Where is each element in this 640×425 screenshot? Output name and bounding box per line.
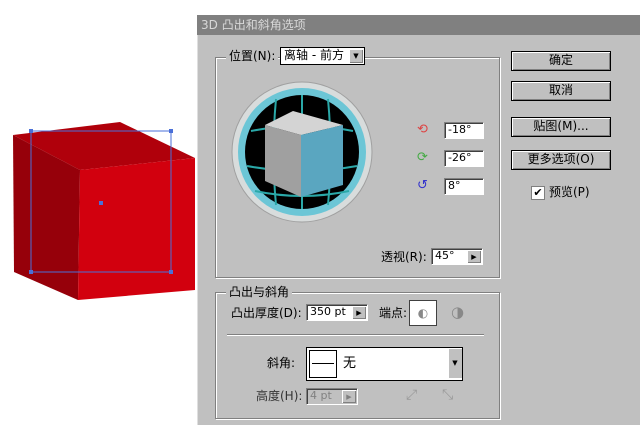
extrude-depth-label: 凸出厚度(D): — [231, 306, 302, 320]
preview-label: 预览(P) — [549, 185, 590, 199]
cap-on-button[interactable]: ◐ — [409, 300, 437, 326]
height-input: 4 pt ▶ — [306, 388, 358, 405]
bevel-in-icon: ⤡ — [442, 387, 454, 403]
map-button[interactable]: 贴图(M)... — [511, 117, 611, 137]
height-label: 高度(H): — [256, 389, 303, 403]
chevron-right-icon: ▶ — [342, 390, 356, 403]
3d-extrude-bevel-dialog: 3D 凸出和斜角选项 位置(N): 离轴 - 前方 ▼ ⟲ -18° ⟳ -26°… — [196, 15, 640, 425]
x-rotation-input[interactable]: -18° — [444, 122, 484, 139]
z-rotation-input[interactable]: 8° — [444, 178, 484, 195]
cancel-button[interactable]: 取消 — [511, 81, 611, 101]
cap-off-button[interactable]: ◑ — [451, 303, 464, 321]
chevron-right-icon: ▶ — [352, 306, 366, 319]
cap-label: 端点: — [379, 306, 408, 320]
position-dropdown[interactable]: 离轴 - 前方 ▼ — [280, 47, 365, 65]
chevron-down-icon: ▼ — [448, 348, 462, 378]
preview-cube-front — [301, 125, 343, 197]
z-axis-rotation-icon: ↺ — [417, 178, 428, 193]
y-rotation-input[interactable]: -26° — [444, 150, 484, 167]
perspective-input[interactable]: 45° ▶ — [431, 248, 483, 265]
bevel-value: 无 — [343, 356, 357, 371]
red-cube-artwork[interactable] — [0, 0, 196, 425]
chevron-down-icon: ▼ — [349, 49, 363, 63]
bevel-label: 斜角: — [267, 356, 296, 370]
cube-front-face — [78, 158, 195, 300]
rotation-trackball[interactable] — [231, 81, 373, 223]
perspective-label: 透视(R): — [381, 250, 427, 264]
y-axis-rotation-icon: ⟳ — [417, 150, 428, 165]
ok-button[interactable]: 确定 — [511, 51, 611, 71]
bevel-dropdown[interactable]: 无 ▼ — [306, 347, 463, 381]
extrude-bevel-legend: 凸出与斜角 — [226, 284, 293, 300]
separator — [227, 334, 484, 336]
more-options-button[interactable]: 更多选项(O) — [511, 150, 611, 170]
position-label: 位置(N): — [226, 48, 279, 64]
chevron-right-icon: ▶ — [467, 250, 481, 263]
extrude-depth-input[interactable]: 350 pt ▶ — [306, 304, 368, 321]
bevel-shape-preview — [309, 350, 337, 378]
dialog-title: 3D 凸出和斜角选项 — [197, 15, 640, 35]
bevel-out-icon: ⤢ — [406, 387, 418, 403]
preview-checkbox[interactable]: ✔ — [531, 186, 545, 200]
x-axis-rotation-icon: ⟲ — [417, 122, 428, 137]
